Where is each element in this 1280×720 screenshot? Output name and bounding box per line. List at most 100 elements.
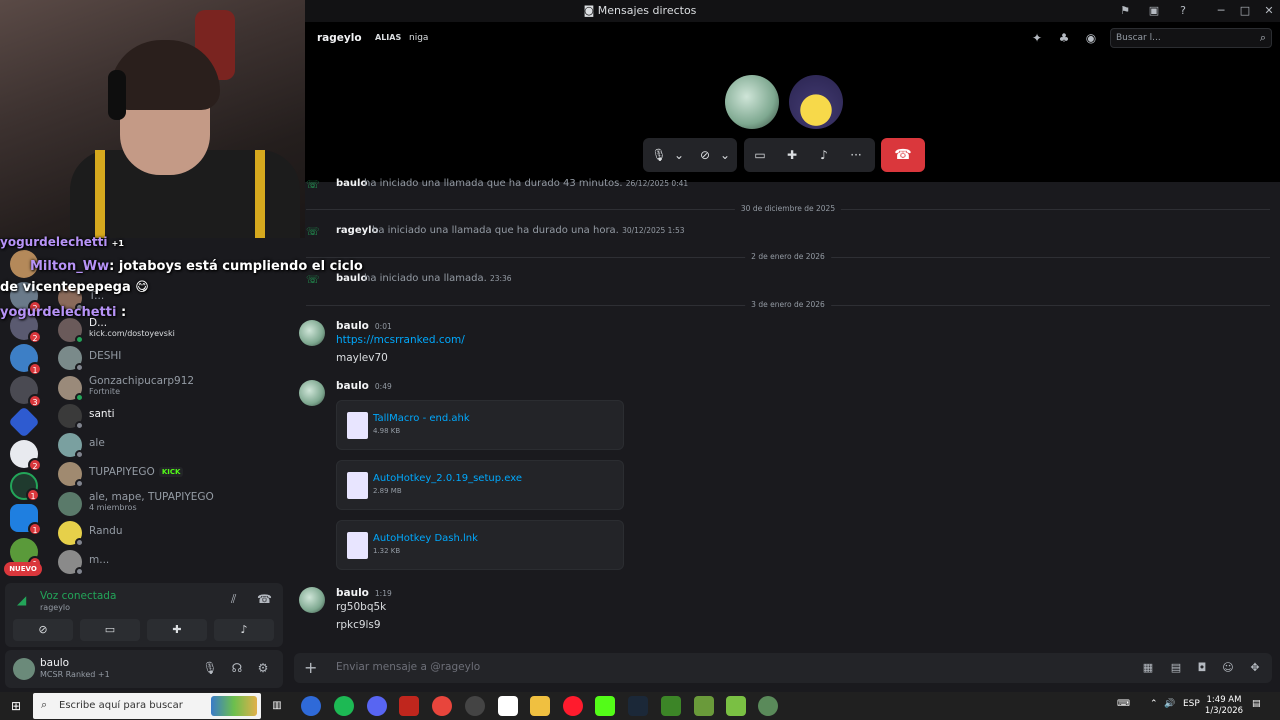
server-icon[interactable]: 1: [10, 344, 42, 376]
notification-icon[interactable]: ▤: [1252, 699, 1261, 709]
inbox-icon[interactable]: ⚑: [1117, 3, 1133, 19]
close-button[interactable]: ✕: [1261, 3, 1277, 19]
avatar[interactable]: [13, 658, 35, 680]
language-indicator[interactable]: ESP: [1183, 699, 1200, 709]
app-icon[interactable]: [758, 696, 778, 716]
chevron-up-icon[interactable]: ⌃: [1150, 699, 1158, 709]
screen-share-icon[interactable]: ▭: [80, 619, 140, 641]
search-icon: ⌕: [41, 698, 48, 711]
search-highlight-image: [211, 696, 257, 716]
hang-up-button[interactable]: ☎: [881, 138, 925, 172]
file-icon: [347, 532, 368, 559]
app-icon[interactable]: [498, 696, 518, 716]
activities-icon[interactable]: ✚: [784, 147, 800, 163]
gear-icon[interactable]: ⚙: [255, 660, 271, 676]
caller-avatar-rageylo[interactable]: [789, 75, 843, 129]
clock[interactable]: 1:49 AM 1/3/2026: [1204, 695, 1244, 717]
dm-item[interactable]: ale, mape, TUPAPIYEGO 4 miembros: [58, 490, 288, 518]
keyboard-icon[interactable]: ⌨: [1117, 699, 1130, 709]
new-badge[interactable]: NUEVO: [4, 562, 42, 576]
camera-off-icon[interactable]: ⊘: [697, 147, 713, 163]
chevron-down-icon[interactable]: ⌄: [671, 147, 687, 163]
message-author[interactable]: baulo 1:19: [336, 587, 392, 599]
opera-icon[interactable]: [563, 696, 583, 716]
discord-icon: ◙: [583, 4, 598, 17]
avatar[interactable]: [299, 320, 325, 346]
activities-icon[interactable]: ✚: [147, 619, 207, 641]
minecraft-icon[interactable]: [661, 696, 681, 716]
chrome-icon[interactable]: [432, 696, 452, 716]
profile-icon[interactable]: ◉: [1083, 30, 1099, 46]
server-icon[interactable]: 2: [10, 440, 42, 472]
mic-icon[interactable]: 🎙: [202, 660, 218, 676]
status-dot: [75, 335, 84, 344]
dm-item[interactable]: Randu: [58, 519, 288, 547]
kick-icon[interactable]: [595, 696, 615, 716]
avatar: [58, 346, 84, 372]
avatar: [58, 550, 84, 576]
date-divider: 3 de enero de 2026: [306, 300, 1270, 310]
headphones-icon[interactable]: ☊: [229, 660, 245, 676]
dm-item[interactable]: DESHI: [58, 344, 288, 372]
copilot-icon[interactable]: [301, 696, 321, 716]
file-attachment[interactable]: TallMacro - end.ahk 4.98 KB: [336, 400, 624, 450]
dm-item[interactable]: m...: [58, 548, 288, 576]
help-icon[interactable]: ?: [1175, 3, 1191, 19]
message-composer[interactable]: + Enviar mensaje a @rageylo ▦ ▤ ◘ ☺ ✥: [294, 653, 1272, 683]
message-text: maylev70: [336, 352, 388, 364]
camera-off-icon[interactable]: ⊘: [13, 619, 73, 641]
emoji-icon[interactable]: ☺: [1220, 660, 1236, 676]
plus-icon[interactable]: +: [304, 659, 317, 677]
screen-icon[interactable]: ▣: [1146, 3, 1162, 19]
sticker-icon[interactable]: ◘: [1194, 660, 1210, 676]
dm-item[interactable]: santi: [58, 402, 288, 430]
minecraft-icon[interactable]: [726, 696, 746, 716]
message-link[interactable]: https://mcsrranked.com/: [336, 334, 465, 346]
apps-icon[interactable]: ✥: [1247, 660, 1263, 676]
spotify-icon[interactable]: [334, 696, 354, 716]
chevron-down-icon[interactable]: ⌄: [717, 147, 733, 163]
dm-item[interactable]: TUPAPIYEGO KICK: [58, 460, 288, 488]
noise-suppression-icon[interactable]: ⫽: [231, 592, 236, 607]
minimize-button[interactable]: ─: [1213, 3, 1229, 19]
screen-share-icon[interactable]: ▭: [752, 147, 768, 163]
message-author[interactable]: baulo 0:01: [336, 320, 392, 332]
file-attachment[interactable]: AutoHotkey Dash.lnk 1.32 KB: [336, 520, 624, 570]
mic-icon[interactable]: 🎙: [651, 147, 667, 163]
windows-start-icon[interactable]: ⊞: [8, 698, 24, 714]
soundboard-icon[interactable]: ♪: [816, 147, 832, 163]
more-icon[interactable]: ···: [848, 147, 864, 163]
maximize-button[interactable]: □: [1237, 3, 1253, 19]
add-server-icon[interactable]: 1: [10, 472, 40, 502]
status-dot: [75, 538, 84, 547]
caller-avatar-baulo[interactable]: [725, 75, 779, 129]
gift-icon[interactable]: ▦: [1140, 660, 1156, 676]
obs-icon[interactable]: [465, 696, 485, 716]
gif-icon[interactable]: ▤: [1168, 660, 1184, 676]
disconnect-icon[interactable]: ☎: [257, 592, 272, 606]
add-friends-icon[interactable]: ♣: [1056, 30, 1072, 46]
message-author[interactable]: baulo 0:49: [336, 380, 392, 392]
file-explorer-icon[interactable]: [530, 696, 550, 716]
minecraft-icon[interactable]: [694, 696, 714, 716]
file-attachment[interactable]: AutoHotkey_2.0.19_setup.exe 2.89 MB: [336, 460, 624, 510]
discord-icon[interactable]: [367, 696, 387, 716]
dm-item[interactable]: D... kick.com/dostoyevski: [58, 316, 288, 344]
speaker-icon[interactable]: 🔊: [1164, 699, 1175, 709]
taskbar-search[interactable]: ⌕ Escribe aquí para buscar: [33, 693, 261, 719]
date-divider: 2 de enero de 2026: [306, 252, 1270, 262]
webcam-overlay: [0, 0, 305, 238]
dm-item[interactable]: Gonzachipucarp912 Fortnite: [58, 374, 288, 402]
dm-item[interactable]: ale: [58, 431, 288, 459]
avatar[interactable]: [299, 380, 325, 406]
server-icon[interactable]: 3: [10, 376, 42, 408]
avatar[interactable]: [299, 587, 325, 613]
search-input[interactable]: Buscar l... ⌕: [1110, 28, 1272, 48]
soundboard-icon[interactable]: ♪: [214, 619, 274, 641]
app-icon[interactable]: [399, 696, 419, 716]
task-view-icon[interactable]: ▥: [267, 696, 287, 716]
server-icon[interactable]: 1: [10, 504, 42, 536]
pin-icon[interactable]: ✦: [1029, 30, 1045, 46]
steam-icon[interactable]: [628, 696, 648, 716]
user-panel: baulo MCSR Ranked +1 🎙 ☊ ⚙: [5, 650, 283, 688]
